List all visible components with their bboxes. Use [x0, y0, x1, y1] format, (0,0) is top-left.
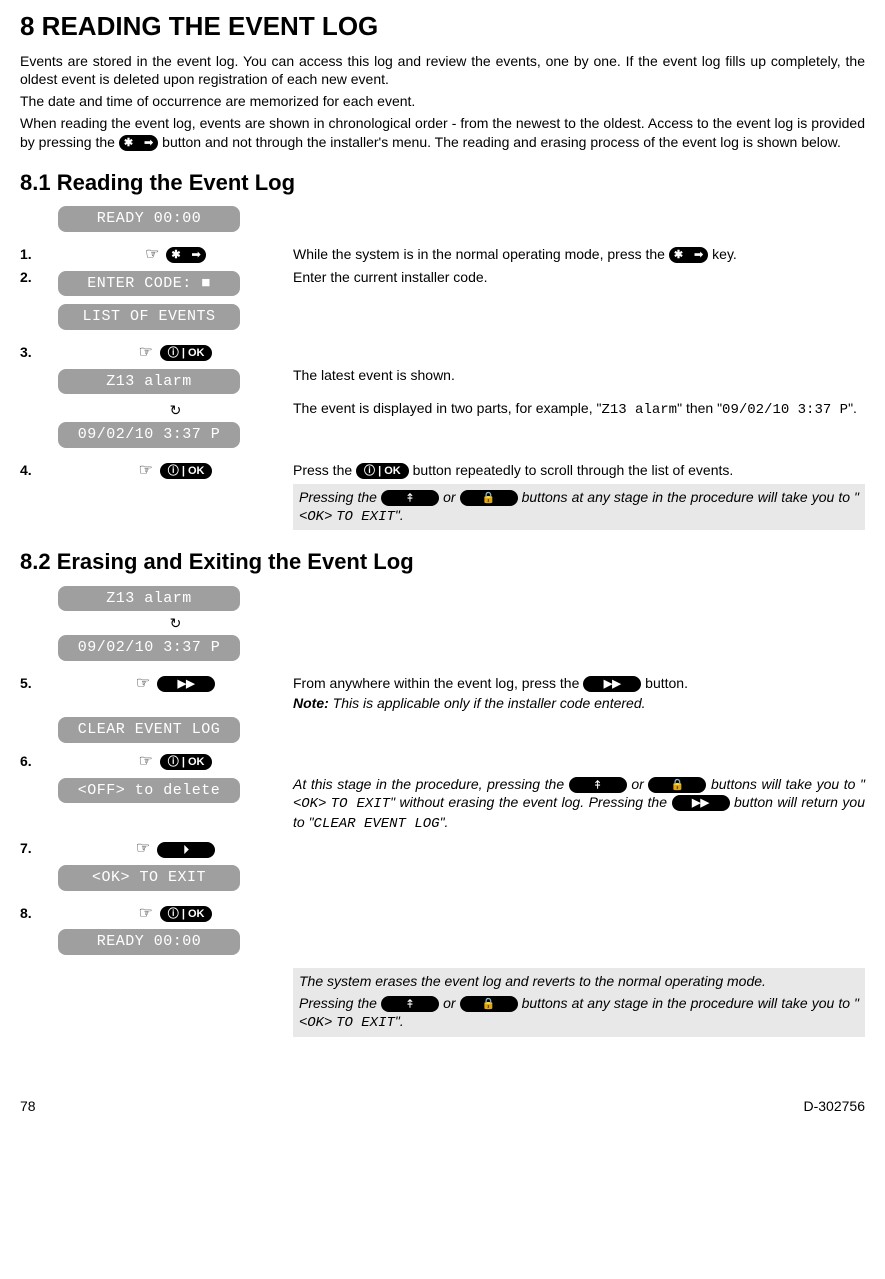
- step-7-number: 7.: [20, 839, 58, 860]
- lcd-off-to-delete: <OFF> to delete: [58, 778, 240, 804]
- hand-point-icon: ☞: [139, 753, 153, 770]
- intro-para-1: Events are stored in the event log. You …: [20, 52, 865, 88]
- tool-icon: ➟: [187, 247, 206, 263]
- final-note-1: The system erases the event log and reve…: [299, 972, 859, 990]
- step6-d: " without erasing the event log. Pressin…: [390, 794, 671, 810]
- hand-point-icon: ☞: [136, 675, 150, 692]
- note-mid: or: [443, 489, 460, 505]
- step-4-number: 4.: [20, 461, 58, 482]
- lcd-z13-alarm: Z13 alarm: [58, 586, 240, 612]
- step-5-number: 5.: [20, 674, 58, 712]
- ff-button[interactable]: ▶▶: [672, 795, 730, 811]
- intro-para-2: The date and time of occurrence are memo…: [20, 92, 865, 110]
- step3b-a: The event is displayed in two parts, for…: [293, 400, 601, 416]
- page-number: 78: [20, 1097, 36, 1115]
- step-1-number: 1.: [20, 245, 58, 266]
- intro-para-3: When reading the event log, events are s…: [20, 114, 865, 150]
- lcd-ready: READY 00:00: [58, 929, 240, 955]
- lcd-z13-alarm: Z13 alarm: [58, 369, 240, 395]
- step3b-code2: 09/02/10 3:37 P: [722, 402, 848, 418]
- step2-text: Enter the current installer code.: [293, 268, 865, 300]
- star-icon: ✱: [166, 247, 185, 263]
- star-key-button[interactable]: ✱➟: [166, 247, 205, 263]
- ok-button[interactable]: ⓘ | OK: [160, 463, 213, 479]
- note-exit: TO EXIT: [336, 509, 395, 525]
- final-note2-mid: or: [443, 995, 460, 1011]
- ok-button[interactable]: ⓘ | OK: [160, 754, 213, 770]
- step5-note-rest: This is applicable only if the installer…: [329, 695, 646, 711]
- section-8-2-title: 8.2 Erasing and Exiting the Event Log: [20, 548, 865, 577]
- alternating-icon: ↻: [58, 401, 293, 419]
- final-note: The system erases the event log and reve…: [293, 968, 865, 1037]
- step-2-number: 2.: [20, 268, 58, 300]
- hand-point-icon: ☞: [139, 462, 153, 479]
- ok-button[interactable]: ⓘ | OK: [160, 345, 213, 361]
- step6-c: >: [318, 794, 331, 810]
- lcd-ok-to-exit: <OK> TO EXIT: [58, 865, 240, 891]
- lcd-date: 09/02/10 3:37 P: [58, 635, 240, 661]
- note-a: Pressing the: [299, 489, 381, 505]
- final-note2-end: ".: [395, 1013, 404, 1029]
- lcd-clear-event-log: CLEAR EVENT LOG: [58, 717, 240, 743]
- away-button[interactable]: ⤉: [569, 777, 627, 793]
- step4-note: Pressing the ⤉ or 🔒 buttons at any stage…: [293, 484, 865, 530]
- step3b-mid: " then ": [677, 400, 722, 416]
- step3b-b: ".: [848, 400, 857, 416]
- home-button[interactable]: 🔒: [460, 996, 518, 1012]
- alternating-icon: ↻: [58, 614, 293, 632]
- step5-b: button.: [645, 675, 688, 691]
- final-note2-exit: TO EXIT: [336, 1015, 395, 1031]
- step6-mid: or: [631, 776, 648, 792]
- lcd-enter-code: ENTER CODE: ■: [58, 271, 240, 297]
- step6-a: At this stage in the procedure, pressing…: [293, 776, 569, 792]
- step6-f: ".: [440, 814, 449, 830]
- tool-icon: ➟: [139, 135, 158, 151]
- page-title: 8 READING THE EVENT LOG: [20, 10, 865, 44]
- lcd-ready: READY 00:00: [58, 206, 240, 232]
- tool-icon: ➟: [689, 247, 708, 263]
- disarm-button[interactable]: ⏵: [157, 842, 215, 858]
- section-8-1-title: 8.1 Reading the Event Log: [20, 169, 865, 198]
- star-icon: ✱: [669, 247, 688, 263]
- step-6-number: 6.: [20, 752, 58, 773]
- ff-button[interactable]: ▶▶: [157, 676, 215, 692]
- note-end: ".: [395, 507, 404, 523]
- step6-ok: OK: [301, 796, 318, 812]
- ff-button[interactable]: ▶▶: [583, 676, 641, 692]
- step6-exit: TO EXIT: [331, 796, 390, 812]
- step6-clear: CLEAR EVENT LOG: [314, 816, 440, 832]
- step4-b: button repeatedly to scroll through the …: [413, 462, 734, 478]
- intro-3b: button and not through the installer's m…: [162, 134, 841, 150]
- step-3-number: 3.: [20, 343, 58, 364]
- step1-text-b: key.: [712, 246, 737, 262]
- home-button[interactable]: 🔒: [648, 777, 706, 793]
- hand-point-icon: ☞: [136, 840, 150, 857]
- step5-note-bold: Note:: [293, 695, 329, 711]
- star-icon: ✱: [119, 135, 138, 151]
- lcd-date: 09/02/10 3:37 P: [58, 422, 240, 448]
- hand-point-icon: ☞: [139, 905, 153, 922]
- note-ok: OK: [307, 509, 324, 525]
- lcd-list-of-events: LIST OF EVENTS: [58, 304, 240, 330]
- step3b-code1: Z13 alarm: [601, 402, 677, 418]
- final-note2-c: >: [324, 1013, 336, 1029]
- step-8-number: 8.: [20, 904, 58, 925]
- away-button[interactable]: ⤉: [381, 996, 439, 1012]
- away-button[interactable]: ⤉: [381, 490, 439, 506]
- ok-button[interactable]: ⓘ | OK: [160, 906, 213, 922]
- step5-a: From anywhere within the event log, pres…: [293, 675, 583, 691]
- final-note2-ok: OK: [307, 1015, 324, 1031]
- final-note2-a: Pressing the: [299, 995, 381, 1011]
- hand-point-icon: ☞: [139, 344, 153, 361]
- star-key-button[interactable]: ✱➟: [669, 247, 708, 263]
- home-button[interactable]: 🔒: [460, 490, 518, 506]
- step1-text-a: While the system is in the normal operat…: [293, 246, 669, 262]
- step4-a: Press the: [293, 462, 356, 478]
- step3-text: The latest event is shown.: [293, 366, 865, 398]
- ok-button[interactable]: ⓘ | OK: [356, 463, 409, 479]
- star-key-button[interactable]: ✱➟: [119, 135, 158, 151]
- doc-id: D-302756: [804, 1097, 866, 1115]
- hand-point-icon: ☞: [145, 246, 159, 263]
- note-c: >: [324, 507, 336, 523]
